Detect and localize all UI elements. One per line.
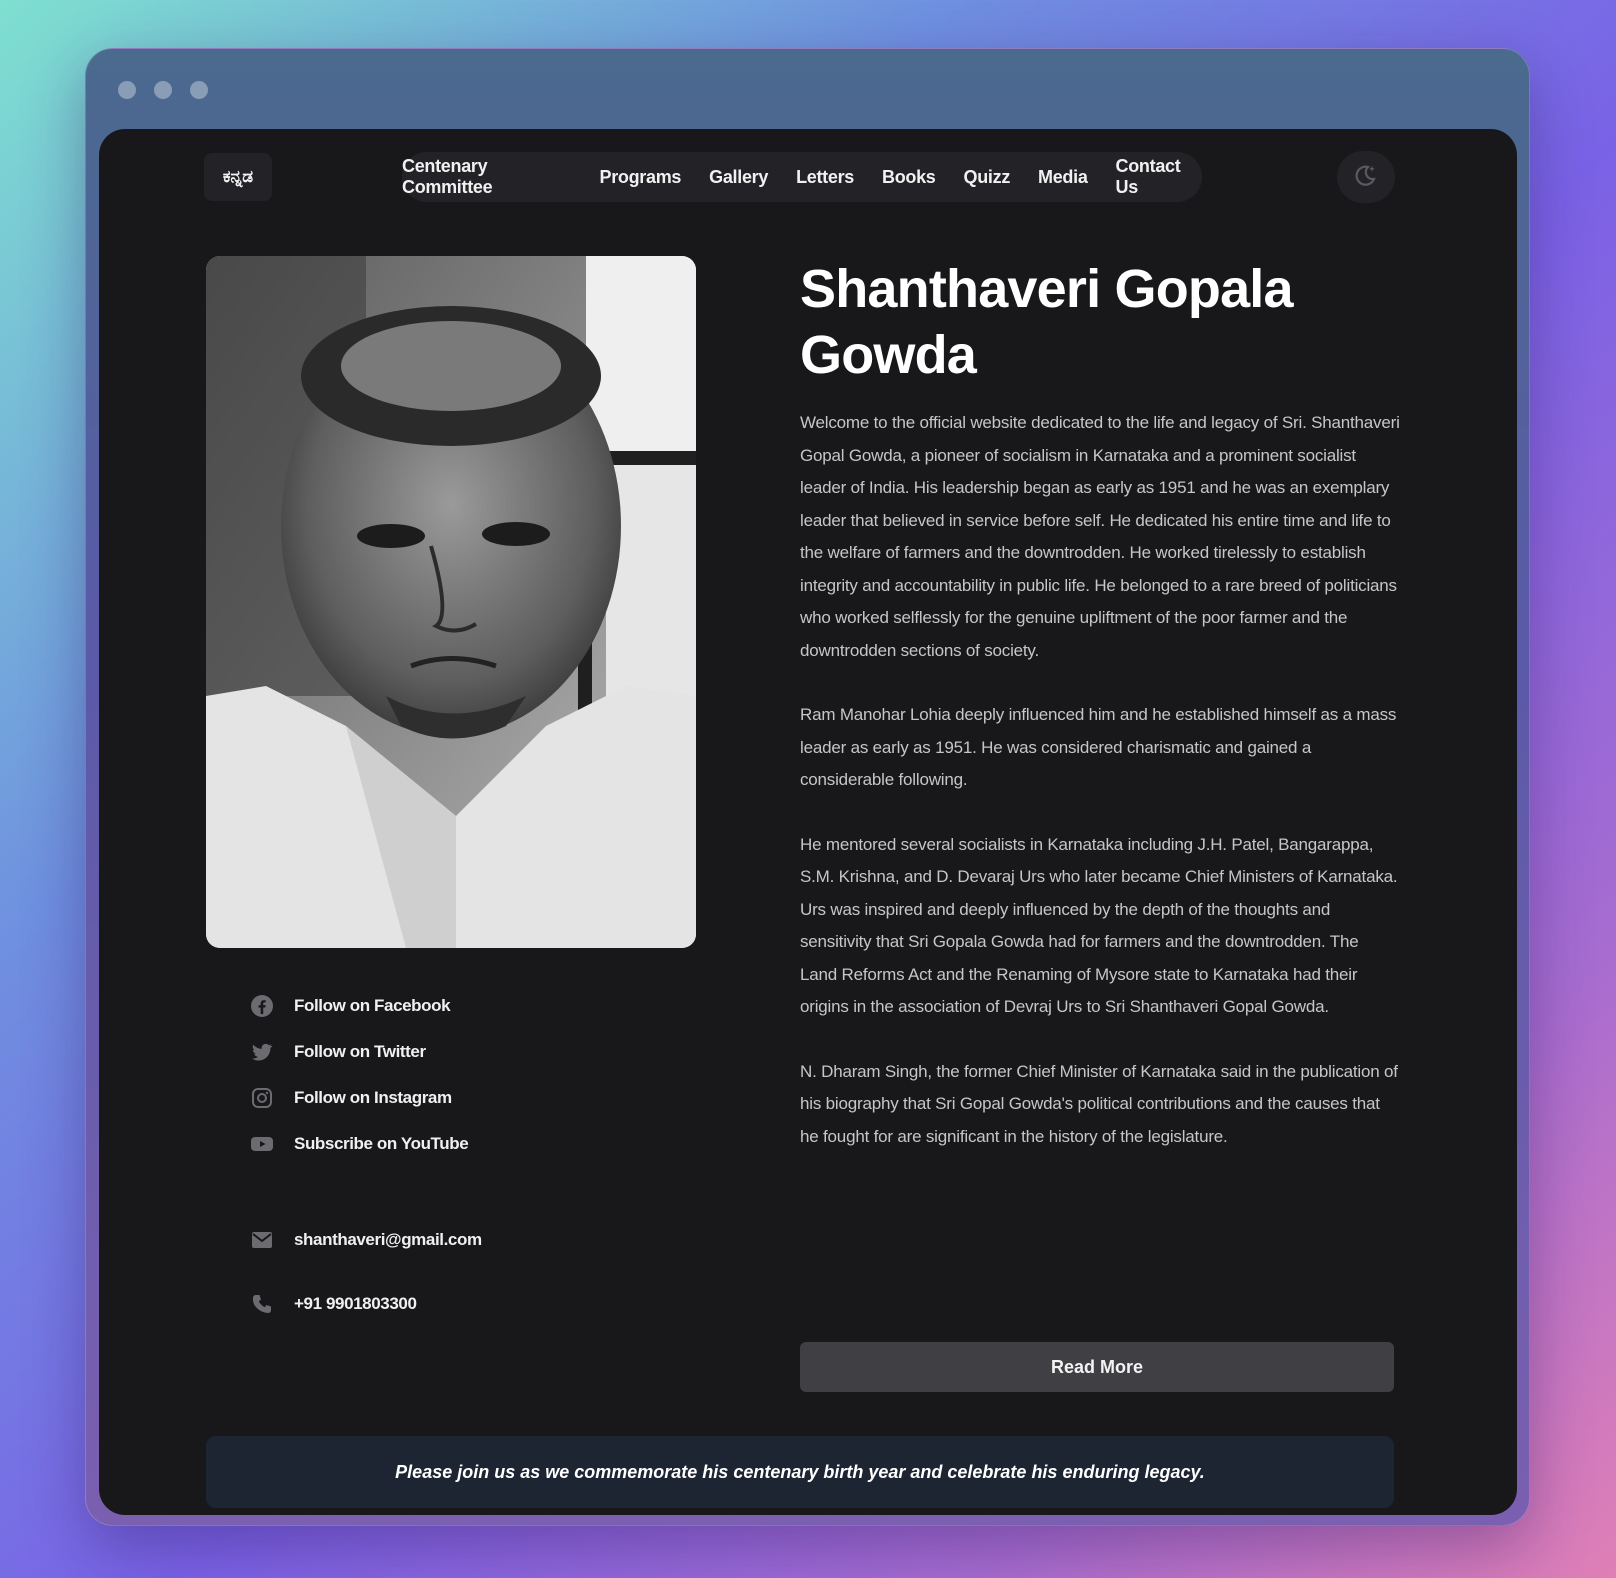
email-address: shanthaveri@gmail.com <box>294 1230 482 1249</box>
biography: Welcome to the official website dedicate… <box>800 407 1400 1185</box>
language-toggle-button[interactable]: ಕನ್ನಡ <box>204 153 272 201</box>
social-link-label: Follow on Instagram <box>294 1088 452 1107</box>
instagram-icon <box>249 1085 275 1111</box>
phone-number: +91 9901803300 <box>294 1294 417 1313</box>
window-dot-close[interactable] <box>118 81 136 99</box>
nav-item-books[interactable]: Books <box>882 167 936 188</box>
contact-info: shanthaveri@gmail.com +91 9901803300 <box>249 1221 482 1349</box>
browser-window: ಕನ್ನಡ Centenary Committee Programs Galle… <box>85 48 1530 1526</box>
social-link-facebook[interactable]: Follow on Facebook <box>249 983 468 1029</box>
page-title: Shanthaveri Gopala Gowda <box>800 259 1294 385</box>
window-dot-maximize[interactable] <box>190 81 208 99</box>
social-link-label: Follow on Twitter <box>294 1042 426 1061</box>
page-viewport: ಕನ್ನಡ Centenary Committee Programs Galle… <box>99 129 1517 1515</box>
portrait-photo <box>206 256 696 948</box>
social-link-label: Follow on Facebook <box>294 996 451 1015</box>
theme-toggle-button[interactable] <box>1337 151 1395 203</box>
window-controls <box>118 81 208 99</box>
bio-paragraph: He mentored several socialists in Karnat… <box>800 834 1398 1017</box>
nav-item-letters[interactable]: Letters <box>796 167 854 188</box>
nav-item-media[interactable]: Media <box>1038 167 1088 188</box>
bio-paragraph: Welcome to the official website dedicate… <box>800 413 1400 660</box>
youtube-icon <box>249 1131 275 1157</box>
moon-icon <box>1353 162 1379 193</box>
social-link-twitter[interactable]: Follow on Twitter <box>249 1029 468 1075</box>
phone-icon <box>249 1291 275 1317</box>
social-link-youtube[interactable]: Subscribe on YouTube <box>249 1121 469 1167</box>
window-dot-minimize[interactable] <box>154 81 172 99</box>
nav-item-gallery[interactable]: Gallery <box>709 167 768 188</box>
nav-item-contact-us[interactable]: Contact Us <box>1116 156 1202 198</box>
main-nav: Centenary Committee Programs Gallery Let… <box>402 152 1202 202</box>
social-links: Follow on Facebook Follow on Twitter Fol… <box>249 983 469 1167</box>
bio-paragraph: Ram Manohar Lohia deeply influenced him … <box>800 705 1397 789</box>
mail-icon <box>249 1227 275 1253</box>
nav-item-programs[interactable]: Programs <box>599 167 681 188</box>
social-link-label: Subscribe on YouTube <box>294 1134 469 1153</box>
twitter-icon <box>249 1039 275 1065</box>
nav-item-quizz[interactable]: Quizz <box>964 167 1011 188</box>
centenary-banner: Please join us as we commemorate his cen… <box>206 1436 1394 1508</box>
facebook-icon <box>249 993 275 1019</box>
nav-item-centenary-committee[interactable]: Centenary Committee <box>402 156 571 198</box>
contact-phone[interactable]: +91 9901803300 <box>249 1285 482 1323</box>
bio-paragraph: N. Dharam Singh, the former Chief Minist… <box>800 1061 1398 1146</box>
contact-email[interactable]: shanthaveri@gmail.com <box>249 1221 482 1259</box>
social-link-instagram[interactable]: Follow on Instagram <box>249 1075 468 1121</box>
read-more-button[interactable]: Read More <box>800 1342 1394 1392</box>
